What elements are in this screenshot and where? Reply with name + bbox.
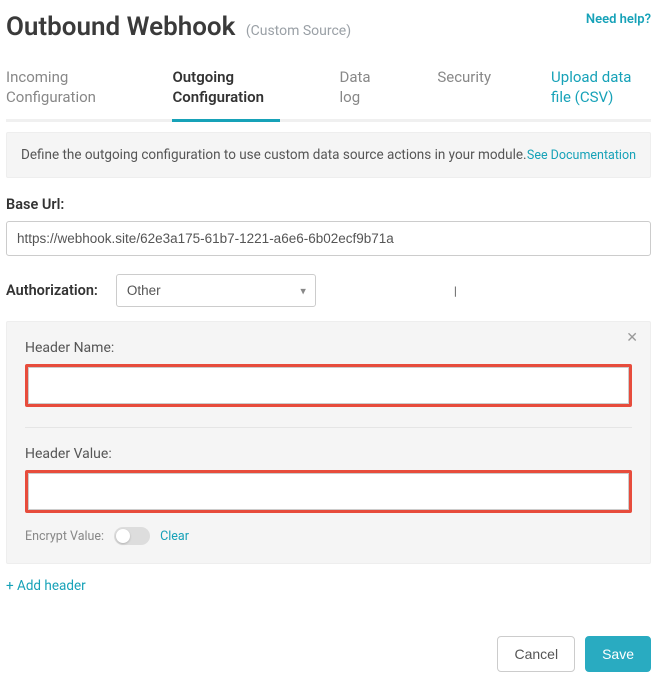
header-value-input[interactable] <box>28 473 629 510</box>
tab-label: Upload data file (CSV) <box>551 68 631 106</box>
clear-link[interactable]: Clear <box>160 529 189 544</box>
save-button[interactable]: Save <box>585 636 651 672</box>
see-documentation-link[interactable]: See Documentation <box>527 148 636 163</box>
add-header-link[interactable]: + Add header <box>6 578 86 594</box>
header-name-input[interactable] <box>28 367 629 404</box>
close-icon[interactable]: ✕ <box>626 330 638 346</box>
divider <box>25 427 632 428</box>
info-banner: Define the outgoing configuration to use… <box>6 132 651 178</box>
cancel-button[interactable]: Cancel <box>497 636 575 672</box>
header-value-highlight <box>25 470 632 513</box>
tab-label: Incoming Configuration <box>6 68 96 106</box>
tab-security[interactable]: Security <box>437 60 491 119</box>
tab-label: Security <box>437 68 491 86</box>
header-name-label: Header Name: <box>25 340 632 356</box>
tab-label: Data log <box>340 68 371 106</box>
tab-incoming-configuration[interactable]: Incoming Configuration <box>6 60 112 119</box>
text-cursor-icon: | <box>454 284 457 298</box>
header-config-panel: ✕ Header Name: Header Value: Encrypt Val… <box>6 321 651 564</box>
title-text: Outbound Webhook <box>6 12 235 42</box>
header-value-label: Header Value: <box>25 446 632 462</box>
authorization-select-wrap: Other ▾ <box>116 274 316 307</box>
need-help-link[interactable]: Need help? <box>586 12 651 27</box>
encrypt-toggle[interactable] <box>114 527 150 545</box>
tab-bar: Incoming Configuration Outgoing Configur… <box>6 60 651 122</box>
base-url-label: Base Url: <box>6 196 651 213</box>
tab-data-log[interactable]: Data log <box>340 60 378 119</box>
info-text: Define the outgoing configuration to use… <box>21 147 527 163</box>
header-name-highlight <box>25 364 632 407</box>
tab-upload-data-file[interactable]: Upload data file (CSV) <box>551 60 651 119</box>
page-title: Outbound Webhook (Custom Source) <box>6 12 351 42</box>
title-subtitle: (Custom Source) <box>246 23 351 39</box>
tab-label: Outgoing Configuration <box>172 68 264 106</box>
authorization-label: Authorization: <box>6 282 98 299</box>
base-url-input[interactable] <box>6 221 651 256</box>
tab-outgoing-configuration[interactable]: Outgoing Configuration <box>172 60 279 122</box>
encrypt-value-label: Encrypt Value: <box>25 529 104 544</box>
authorization-select[interactable]: Other <box>116 274 316 307</box>
